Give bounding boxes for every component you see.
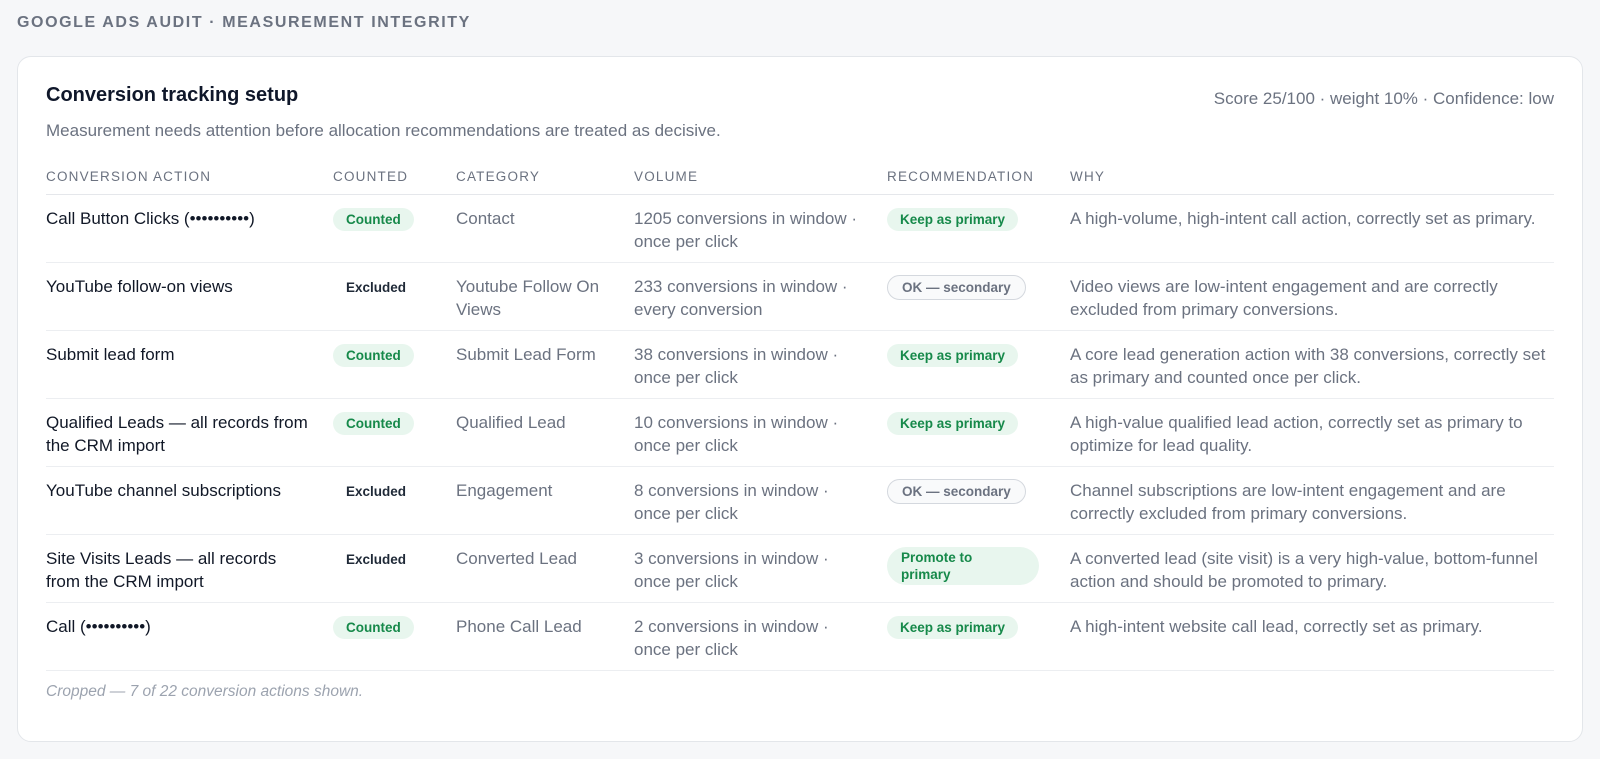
- conversion-action-name: YouTube channel subscriptions: [46, 466, 333, 535]
- table-row: Site Visits Leads — all records from the…: [46, 534, 1554, 603]
- why-cell: Channel subscriptions are low-intent eng…: [1070, 466, 1554, 535]
- score-line: Score 25/100 · weight 10% · Confidence: …: [1213, 89, 1554, 108]
- page-eyebrow: GOOGLE ADS AUDIT · MEASUREMENT INTEGRITY: [17, 14, 471, 31]
- conversion-action-name: Call Button Clicks (••••••••••): [46, 194, 333, 263]
- table-row: YouTube channel subscriptions Excluded E…: [46, 466, 1554, 535]
- recommendation-badge: Keep as primary: [887, 615, 1019, 639]
- why-cell: A high-value qualified lead action, corr…: [1070, 398, 1554, 467]
- counted-badge: Counted: [333, 343, 414, 367]
- volume-cell: 8 conversions in window · once per click: [634, 466, 887, 535]
- excluded-badge: Excluded: [346, 551, 407, 567]
- conversion-action-name: Submit lead form: [46, 330, 333, 399]
- volume-cell: 1205 conversions in window · once per cl…: [634, 194, 887, 263]
- table-row: Qualified Leads — all records from the C…: [46, 398, 1554, 467]
- table-row: YouTube follow-on views Excluded Youtube…: [46, 262, 1554, 331]
- header-conversion-action: CONVERSION ACTION: [46, 159, 333, 195]
- header-counted: COUNTED: [333, 159, 456, 195]
- conversion-actions-table: CONVERSION ACTION COUNTED CATEGORY VOLUM…: [46, 159, 1554, 671]
- why-cell: Video views are low-intent engagement an…: [1070, 262, 1554, 331]
- conversion-tracking-card: Conversion tracking setup Score 25/100 ·…: [17, 56, 1583, 742]
- cropped-footnote: Cropped — 7 of 22 conversion actions sho…: [46, 683, 364, 700]
- category-cell: Submit Lead Form: [456, 330, 634, 399]
- why-cell: A core lead generation action with 38 co…: [1070, 330, 1554, 399]
- header-category: CATEGORY: [456, 159, 634, 195]
- volume-cell: 10 conversions in window · once per clic…: [634, 398, 887, 467]
- why-cell: A high-intent website call lead, correct…: [1070, 602, 1554, 671]
- conversion-action-name: Site Visits Leads — all records from the…: [46, 534, 333, 603]
- table-row: Call (••••••••••) Counted Phone Call Lea…: [46, 602, 1554, 671]
- volume-cell: 3 conversions in window · once per click: [634, 534, 887, 603]
- conversion-action-name: YouTube follow-on views: [46, 262, 333, 331]
- conversion-action-name: Qualified Leads — all records from the C…: [46, 398, 333, 467]
- card-subtitle: Measurement needs attention before alloc…: [46, 121, 721, 140]
- volume-cell: 233 conversions in window · every conver…: [634, 262, 887, 331]
- category-cell: Converted Lead: [456, 534, 634, 603]
- category-cell: Contact: [456, 194, 634, 263]
- counted-badge: Counted: [333, 615, 414, 639]
- header-recommendation: RECOMMENDATION: [887, 159, 1070, 195]
- counted-badge: Counted: [333, 411, 414, 435]
- card-title: Conversion tracking setup: [46, 84, 299, 106]
- header-volume: VOLUME: [634, 159, 887, 195]
- recommendation-badge: OK — secondary: [887, 478, 1026, 504]
- recommendation-badge: OK — secondary: [887, 274, 1026, 300]
- why-cell: A converted lead (site visit) is a very …: [1070, 534, 1554, 603]
- recommendation-badge: Keep as primary: [887, 207, 1019, 231]
- why-cell: A high-volume, high-intent call action, …: [1070, 194, 1554, 263]
- counted-badge: Counted: [333, 207, 414, 231]
- category-cell: Qualified Lead: [456, 398, 634, 467]
- category-cell: Youtube Follow On Views: [456, 262, 634, 331]
- recommendation-badge: Keep as primary: [887, 343, 1019, 367]
- category-cell: Phone Call Lead: [456, 602, 634, 671]
- conversion-action-name: Call (••••••••••): [46, 602, 333, 671]
- category-cell: Engagement: [456, 466, 634, 535]
- volume-cell: 2 conversions in window · once per click: [634, 602, 887, 671]
- table-row: Call Button Clicks (••••••••••) Counted …: [46, 194, 1554, 263]
- excluded-badge: Excluded: [346, 279, 407, 295]
- table-header-row: CONVERSION ACTION COUNTED CATEGORY VOLUM…: [46, 159, 1554, 195]
- volume-cell: 38 conversions in window · once per clic…: [634, 330, 887, 399]
- table-row: Submit lead form Counted Submit Lead For…: [46, 330, 1554, 399]
- recommendation-badge: Promote to primary: [887, 546, 1039, 585]
- excluded-badge: Excluded: [346, 483, 407, 499]
- header-why: WHY: [1070, 159, 1554, 195]
- recommendation-badge: Keep as primary: [887, 411, 1019, 435]
